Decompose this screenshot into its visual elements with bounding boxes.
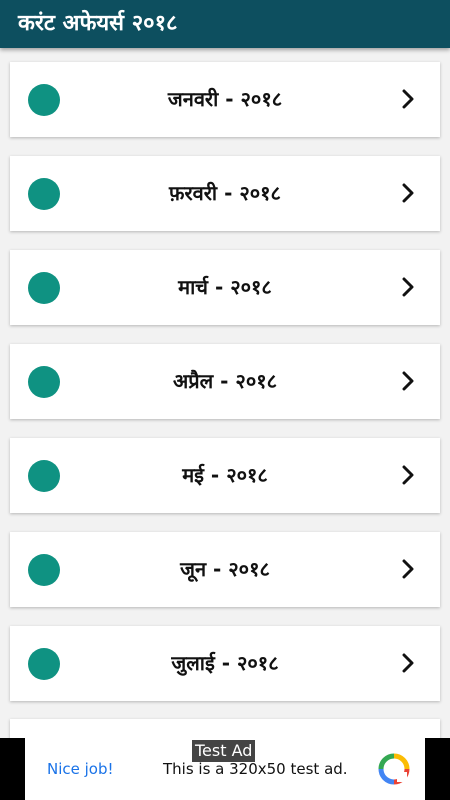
- ad-description: This is a 320x50 test ad.: [163, 760, 348, 778]
- month-card-may[interactable]: मई - २०१८: [10, 438, 440, 513]
- test-ad-label: Test Ad: [192, 740, 256, 762]
- chevron-right-icon: [402, 277, 414, 297]
- circle-icon: [28, 178, 60, 210]
- month-list[interactable]: जनवरी - २०१८ फ़रवरी - २०१८ मार्च - २०१८ …: [0, 48, 450, 738]
- month-label: जून - २०१८: [180, 557, 270, 581]
- circle-icon: [28, 554, 60, 586]
- month-card-june[interactable]: जून - २०१८: [10, 532, 440, 607]
- month-card-february[interactable]: फ़रवरी - २०१८: [10, 156, 440, 231]
- app-bar: करंट अफेयर्स २०१८: [0, 0, 450, 48]
- month-card-april[interactable]: अप्रैल - २०१८: [10, 344, 440, 419]
- ad-choices-logo-icon[interactable]: [377, 752, 411, 786]
- circle-icon: [28, 272, 60, 304]
- month-card-january[interactable]: जनवरी - २०१८: [10, 62, 440, 137]
- month-label: जुलाई - २०१८: [171, 651, 279, 675]
- month-card-partial[interactable]: [10, 719, 440, 738]
- chevron-right-icon: [402, 89, 414, 109]
- app-title: करंट अफेयर्स २०१८: [18, 11, 178, 36]
- ad-nice-job-text[interactable]: Nice job!: [47, 760, 114, 778]
- circle-icon: [28, 648, 60, 680]
- circle-icon: [28, 366, 60, 398]
- chevron-right-icon: [402, 183, 414, 203]
- month-card-march[interactable]: मार्च - २०१८: [10, 250, 440, 325]
- chevron-right-icon: [402, 465, 414, 485]
- circle-icon: [28, 84, 60, 116]
- month-label: मार्च - २०१८: [178, 275, 272, 299]
- month-label: जनवरी - २०१८: [167, 87, 283, 111]
- month-label: मई - २०१८: [182, 463, 268, 487]
- month-label: अप्रैल - २०१८: [172, 369, 278, 393]
- month-card-july[interactable]: जुलाई - २०१८: [10, 626, 440, 701]
- chevron-right-icon: [402, 559, 414, 579]
- circle-icon: [28, 460, 60, 492]
- chevron-right-icon: [402, 653, 414, 673]
- chevron-right-icon: [402, 371, 414, 391]
- month-label: फ़रवरी - २०१८: [169, 181, 281, 205]
